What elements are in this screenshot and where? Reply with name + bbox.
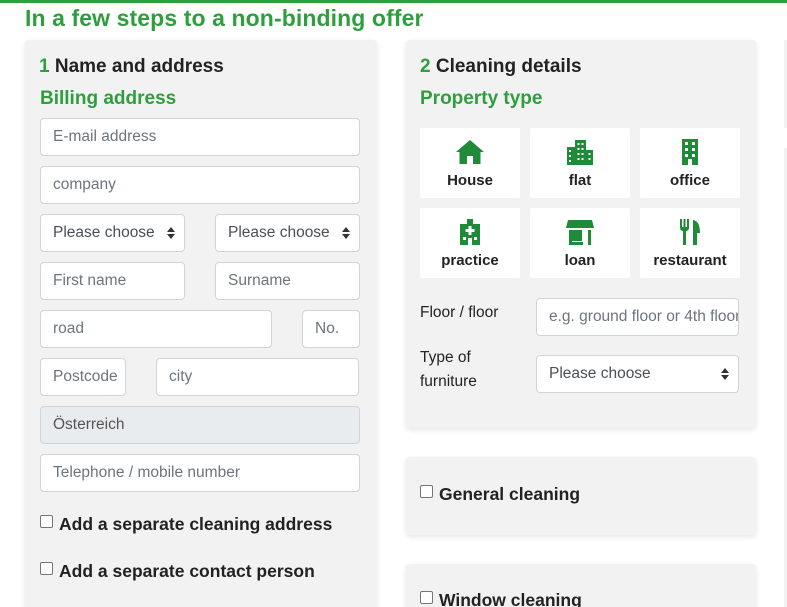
step2-heading: 2 Cleaning details <box>420 56 582 78</box>
property-type-loan[interactable]: loan <box>530 208 630 278</box>
billing-address-heading: Billing address <box>40 88 177 109</box>
add-cleaning-address-label: Add a separate cleaning address <box>59 514 333 534</box>
furniture-label-line1: Type of <box>420 349 471 366</box>
road-input[interactable]: road <box>40 310 272 348</box>
step2-number: 2 <box>420 56 431 77</box>
general-cleaning-option[interactable]: General cleaning <box>420 484 580 505</box>
salutation-select-value: Please choose <box>53 224 155 241</box>
add-contact-person-label: Add a separate contact person <box>59 561 315 581</box>
property-type-label: practice <box>441 252 499 269</box>
property-type-label: flat <box>568 172 592 189</box>
property-type-label: loan <box>564 252 596 269</box>
general-cleaning-label: General cleaning <box>439 484 581 504</box>
city-input[interactable]: city <box>156 358 359 396</box>
step2-title: Cleaning details <box>435 56 582 77</box>
house-number-input[interactable]: No. <box>302 310 360 348</box>
floor-input[interactable]: e.g. ground floor or 4th floor <box>536 298 739 336</box>
top-accent-line <box>0 0 787 3</box>
apartment-building-icon <box>567 140 593 165</box>
step1-number: 1 <box>39 56 50 77</box>
office-building-icon <box>682 139 698 165</box>
email-input[interactable]: E-mail address <box>40 118 360 156</box>
company-input[interactable]: company <box>40 166 360 204</box>
page-title: In a few steps to a non-binding offer <box>25 5 424 31</box>
property-type-practice[interactable]: practice <box>420 208 520 278</box>
first-name-input[interactable]: First name <box>40 262 185 300</box>
select-caret-icon <box>721 368 729 380</box>
hospital-icon <box>460 219 480 245</box>
step1-heading: 1 Name and address <box>39 56 224 78</box>
window-cleaning-label: Window cleaning <box>439 590 582 607</box>
add-cleaning-address-option[interactable]: Add a separate cleaning address <box>40 514 332 535</box>
utensils-icon <box>680 219 700 245</box>
property-type-restaurant[interactable]: restaurant <box>640 208 740 278</box>
floor-label: Floor / floor <box>420 304 499 321</box>
title-select-value: Please choose <box>228 224 330 241</box>
window-cleaning-option[interactable]: Window cleaning <box>420 590 582 607</box>
store-icon <box>566 220 594 245</box>
title-select[interactable]: Please choose <box>215 214 360 252</box>
select-caret-icon <box>167 227 175 239</box>
surname-input[interactable]: Surname <box>215 262 360 300</box>
general-cleaning-checkbox[interactable] <box>420 485 433 498</box>
property-type-office[interactable]: office <box>640 128 740 198</box>
country-field: Österreich <box>40 406 360 444</box>
property-type-label: restaurant <box>653 252 727 269</box>
property-type-flat[interactable]: flat <box>530 128 630 198</box>
add-cleaning-address-checkbox[interactable] <box>40 515 53 528</box>
property-type-house[interactable]: House <box>420 128 520 198</box>
furniture-label-line2: furniture <box>420 373 477 390</box>
salutation-select[interactable]: Please choose <box>40 214 185 252</box>
add-contact-person-option[interactable]: Add a separate contact person <box>40 561 315 582</box>
furniture-select[interactable]: Please choose <box>536 355 739 393</box>
property-type-heading: Property type <box>420 88 543 109</box>
house-icon <box>456 140 484 164</box>
property-type-label: House <box>447 172 493 189</box>
step1-title: Name and address <box>54 56 224 77</box>
property-type-label: office <box>669 172 710 189</box>
postcode-input[interactable]: Postcode <box>40 358 126 396</box>
add-contact-person-checkbox[interactable] <box>40 562 53 575</box>
select-caret-icon <box>342 227 350 239</box>
phone-input[interactable]: Telephone / mobile number <box>40 454 360 492</box>
window-cleaning-checkbox[interactable] <box>420 591 433 604</box>
furniture-select-value: Please choose <box>549 365 651 382</box>
